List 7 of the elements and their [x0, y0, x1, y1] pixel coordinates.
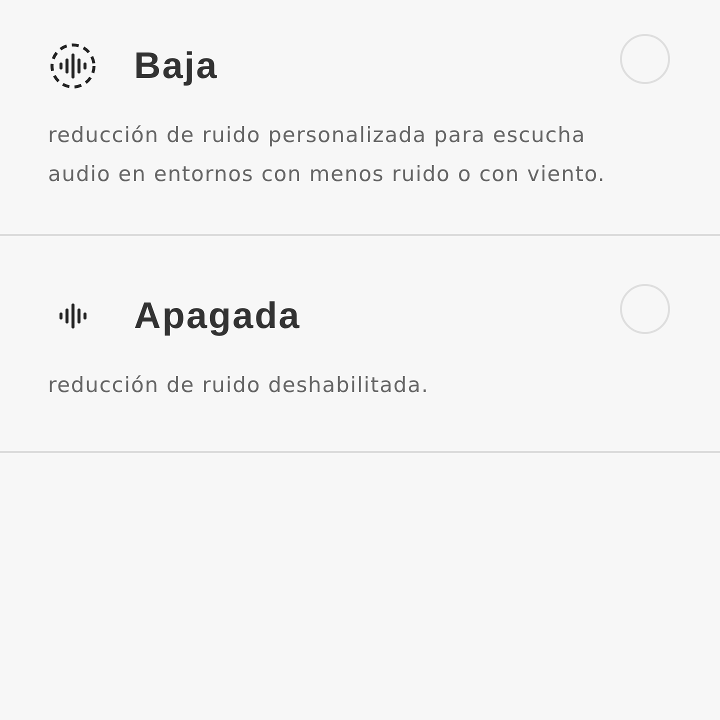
option-title: Apagada: [134, 295, 301, 337]
dashed-waveform-icon: [49, 42, 97, 90]
option-description: reducción de ruido personalizada para escucha audio en entornos con menos ruido o con viento.: [48, 122, 606, 188]
radio-button[interactable]: [620, 34, 670, 84]
radio-button[interactable]: [620, 284, 670, 334]
option-title: Baja: [134, 45, 218, 87]
option-description: reducción de ruido deshabilitada.: [48, 372, 430, 399]
